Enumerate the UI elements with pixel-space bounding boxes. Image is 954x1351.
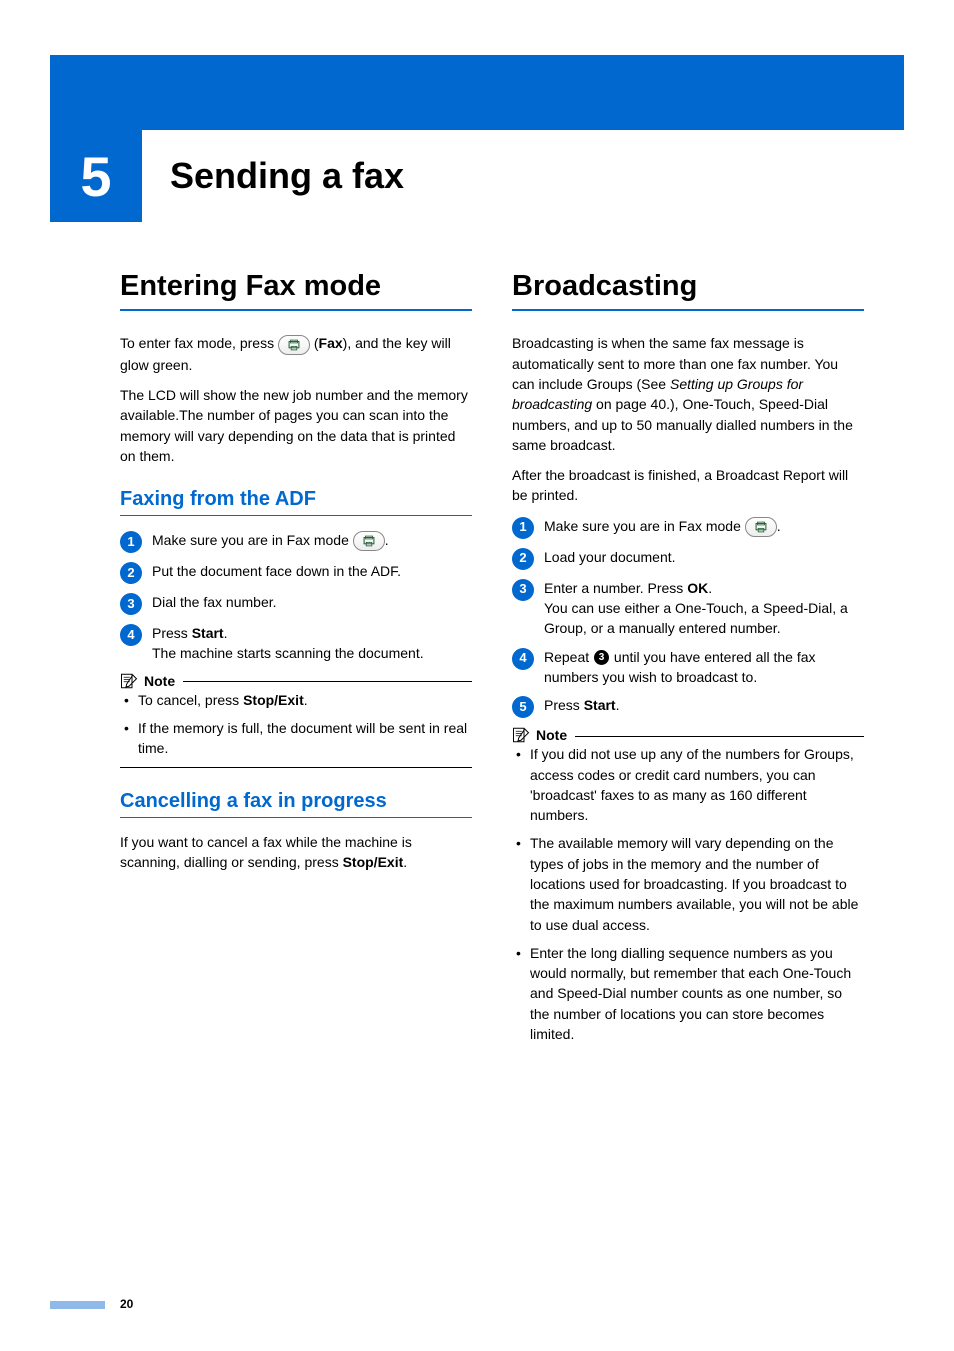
note-item-2: If the memory is full, the document will…: [124, 718, 472, 759]
broadcast-p1: Broadcasting is when the same fax messag…: [512, 333, 864, 455]
chapter-number: 5: [80, 144, 111, 209]
note-item-3: Enter the long dialling sequence numbers…: [516, 943, 864, 1044]
n1-post: .: [304, 692, 308, 708]
cancel-post: .: [403, 854, 407, 870]
step-badge-3: 3: [512, 579, 534, 601]
header-banner: [50, 55, 904, 130]
note-item-1: To cancel, press Stop/Exit.: [124, 690, 472, 710]
left-column: Entering Fax mode To enter fax mode, pre…: [120, 270, 472, 1052]
left-step-4-text: Press Start. The machine starts scanning…: [152, 623, 472, 664]
left-step-2: 2 Put the document face down in the ADF.: [120, 561, 472, 584]
fax-button-icon: [353, 531, 385, 551]
n1-bold: Stop/Exit: [243, 692, 304, 708]
page-accent-bar: [50, 1301, 105, 1309]
s4-pre: Press: [152, 625, 192, 641]
intro-fax-paren: (Fax): [314, 335, 347, 351]
s4-post: .: [224, 625, 228, 641]
inline-step-ref-icon: 3: [594, 650, 609, 665]
right-step-1-text: Make sure you are in Fax mode .: [544, 516, 864, 537]
note-bottom-rule: [120, 767, 472, 768]
right-step-5: 5 Press Start.: [512, 695, 864, 718]
fax-button-icon: [745, 517, 777, 537]
r-s3-line2: You can use either a One-Touch, a Speed-…: [544, 600, 848, 636]
note-item-1: If you did not use up any of the numbers…: [516, 744, 864, 825]
cancel-bold: Stop/Exit: [343, 854, 404, 870]
fax-glyph-icon: [287, 339, 301, 351]
fax-button-icon: [278, 335, 310, 355]
right-step-2: 2 Load your document.: [512, 547, 864, 570]
heading-entering-fax-mode: Entering Fax mode: [120, 270, 472, 311]
note-block-right: Note If you did not use up any of the nu…: [512, 726, 864, 1044]
note-list-left: To cancel, press Stop/Exit. If the memor…: [120, 690, 472, 759]
page-number: 20: [120, 1297, 133, 1311]
r-s3-bold: OK: [687, 580, 708, 596]
note-block-left: Note To cancel, press Stop/Exit. If the …: [120, 672, 472, 768]
r-s5-post: .: [616, 697, 620, 713]
left-step-3-text: Dial the fax number.: [152, 592, 472, 612]
r-s1: Make sure you are in Fax mode: [544, 518, 745, 534]
note-list-right: If you did not use up any of the numbers…: [512, 744, 864, 1044]
left-step-1: 1 Make sure you are in Fax mode .: [120, 530, 472, 553]
step-badge-2: 2: [120, 562, 142, 584]
s4-line2: The machine starts scanning the document…: [152, 645, 424, 661]
heading-cancelling: Cancelling a fax in progress: [120, 790, 472, 818]
pencil-note-icon: [120, 672, 138, 690]
note-rule: [575, 736, 864, 737]
step-badge-3: 3: [120, 593, 142, 615]
s4-bold: Start: [192, 625, 224, 641]
right-step-5-text: Press Start.: [544, 695, 864, 715]
step-badge-1: 1: [120, 531, 142, 553]
right-step-4-text: Repeat 3 until you have entered all the …: [544, 647, 864, 688]
left-step-2-text: Put the document face down in the ADF.: [152, 561, 472, 581]
step-badge-4: 4: [120, 624, 142, 646]
fax-glyph-icon: [754, 521, 768, 533]
right-step-3: 3 Enter a number. Press OK. You can use …: [512, 578, 864, 639]
fax-glyph-icon: [362, 535, 376, 547]
r-s5-pre: Press: [544, 697, 584, 713]
intro-paragraph: To enter fax mode, press (Fax), and the …: [120, 333, 472, 375]
left-step-1-text: Make sure you are in Fax mode .: [152, 530, 472, 551]
right-step-3-text: Enter a number. Press OK. You can use ei…: [544, 578, 864, 639]
note-rule: [183, 681, 472, 682]
cancel-paragraph: If you want to cancel a fax while the ma…: [120, 832, 472, 873]
right-step-1: 1 Make sure you are in Fax mode .: [512, 516, 864, 539]
broadcast-p2: After the broadcast is finished, a Broad…: [512, 465, 864, 506]
r-s3-pre: Enter a number. Press: [544, 580, 687, 596]
step-badge-5: 5: [512, 696, 534, 718]
chapter-header: 5 Sending a fax: [50, 130, 904, 222]
r-s4-pre: Repeat: [544, 649, 593, 665]
intro-pre: To enter fax mode, press: [120, 335, 278, 351]
right-step-2-text: Load your document.: [544, 547, 864, 567]
heading-broadcasting: Broadcasting: [512, 270, 864, 311]
heading-faxing-adf: Faxing from the ADF: [120, 488, 472, 516]
note-header: Note: [120, 672, 472, 690]
chapter-title: Sending a fax: [170, 155, 404, 197]
step-badge-4: 4: [512, 648, 534, 670]
left-step-3: 3 Dial the fax number.: [120, 592, 472, 615]
note-item-2: The available memory will vary depending…: [516, 833, 864, 934]
note-header: Note: [512, 726, 864, 744]
intro-fax-bold: Fax: [319, 335, 343, 351]
r-s3-post: .: [708, 580, 712, 596]
r-s5-bold: Start: [584, 697, 616, 713]
chapter-number-box: 5: [50, 130, 142, 222]
content-columns: Entering Fax mode To enter fax mode, pre…: [120, 270, 864, 1052]
left-step-1-span: Make sure you are in Fax mode: [152, 532, 353, 548]
lcd-paragraph: The LCD will show the new job number and…: [120, 385, 472, 466]
note-label: Note: [536, 727, 567, 743]
pencil-note-icon: [512, 726, 530, 744]
note-label: Note: [144, 673, 175, 689]
n1-pre: To cancel, press: [138, 692, 243, 708]
step-badge-1: 1: [512, 517, 534, 539]
step-badge-2: 2: [512, 548, 534, 570]
right-step-4: 4 Repeat 3 until you have entered all th…: [512, 647, 864, 688]
right-column: Broadcasting Broadcasting is when the sa…: [512, 270, 864, 1052]
left-step-4: 4 Press Start. The machine starts scanni…: [120, 623, 472, 664]
